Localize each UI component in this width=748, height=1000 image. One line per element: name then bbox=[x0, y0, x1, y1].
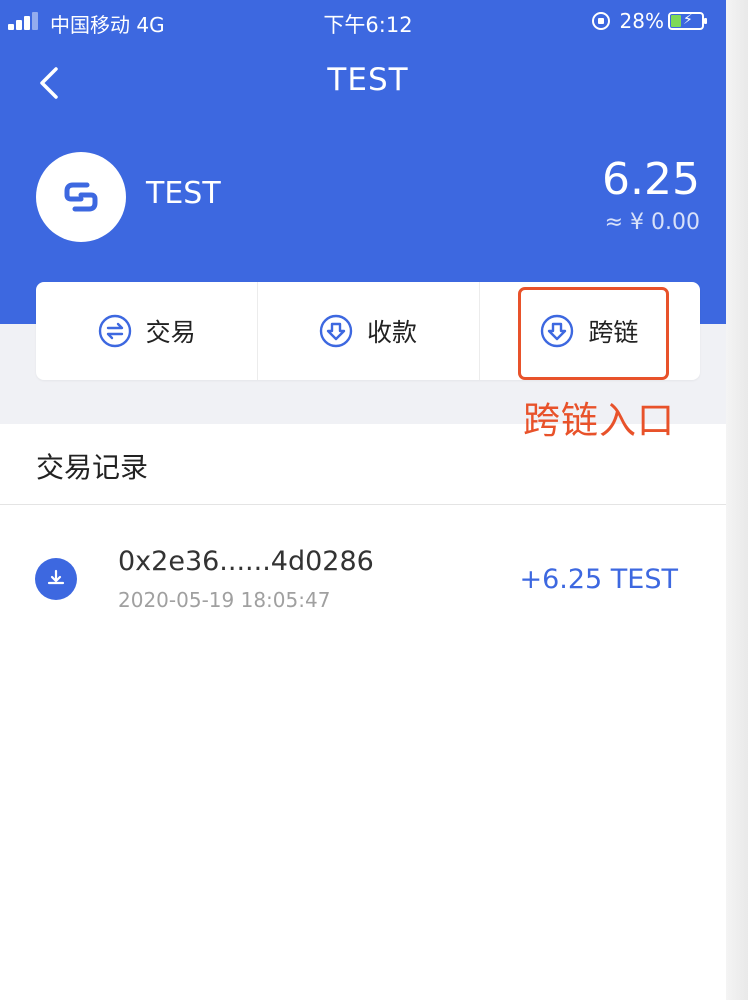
cross-chain-label: 跨链 bbox=[588, 318, 639, 347]
cross-chain-annotation: 跨链入口 bbox=[523, 399, 675, 442]
status-right: 28% ⚡ bbox=[591, 9, 707, 33]
receive-button[interactable]: 收款 bbox=[257, 282, 478, 380]
battery-percent: 28% bbox=[619, 9, 664, 33]
battery-icon: ⚡ bbox=[668, 12, 707, 30]
transaction-time: 2020-05-19 18:05:47 bbox=[118, 588, 331, 612]
transaction-row[interactable]: 0x2e36......4d0286 2020-05-19 18:05:47 +… bbox=[0, 540, 726, 630]
action-card: 交易 收款 跨链 bbox=[36, 282, 700, 380]
receive-label: 收款 bbox=[366, 318, 417, 347]
cross-chain-button[interactable]: 跨链 bbox=[478, 282, 700, 380]
token-logo-icon bbox=[64, 182, 98, 212]
trade-label: 交易 bbox=[145, 318, 196, 347]
transaction-hash: 0x2e36......4d0286 bbox=[118, 546, 374, 577]
cross-chain-circle-icon bbox=[541, 314, 574, 348]
token-name: TEST bbox=[146, 176, 221, 211]
screen-edge bbox=[726, 0, 748, 1000]
status-bar: 中国移动 4G 下午6:12 28% ⚡ bbox=[0, 0, 726, 44]
swap-circle-icon bbox=[98, 314, 131, 348]
token-logo bbox=[36, 152, 126, 242]
token-fiat-value: ≈ ¥ 0.00 bbox=[604, 210, 700, 235]
history-divider bbox=[0, 504, 726, 505]
transaction-amount: +6.25 TEST bbox=[519, 564, 678, 595]
token-balance: 6.25 bbox=[602, 154, 700, 205]
history-title: 交易记录 bbox=[36, 451, 149, 484]
page-title: TEST bbox=[327, 62, 409, 98]
trade-button[interactable]: 交易 bbox=[36, 282, 257, 380]
download-icon bbox=[35, 558, 77, 600]
receive-circle-icon bbox=[319, 314, 353, 348]
rotation-lock-icon bbox=[591, 12, 610, 30]
